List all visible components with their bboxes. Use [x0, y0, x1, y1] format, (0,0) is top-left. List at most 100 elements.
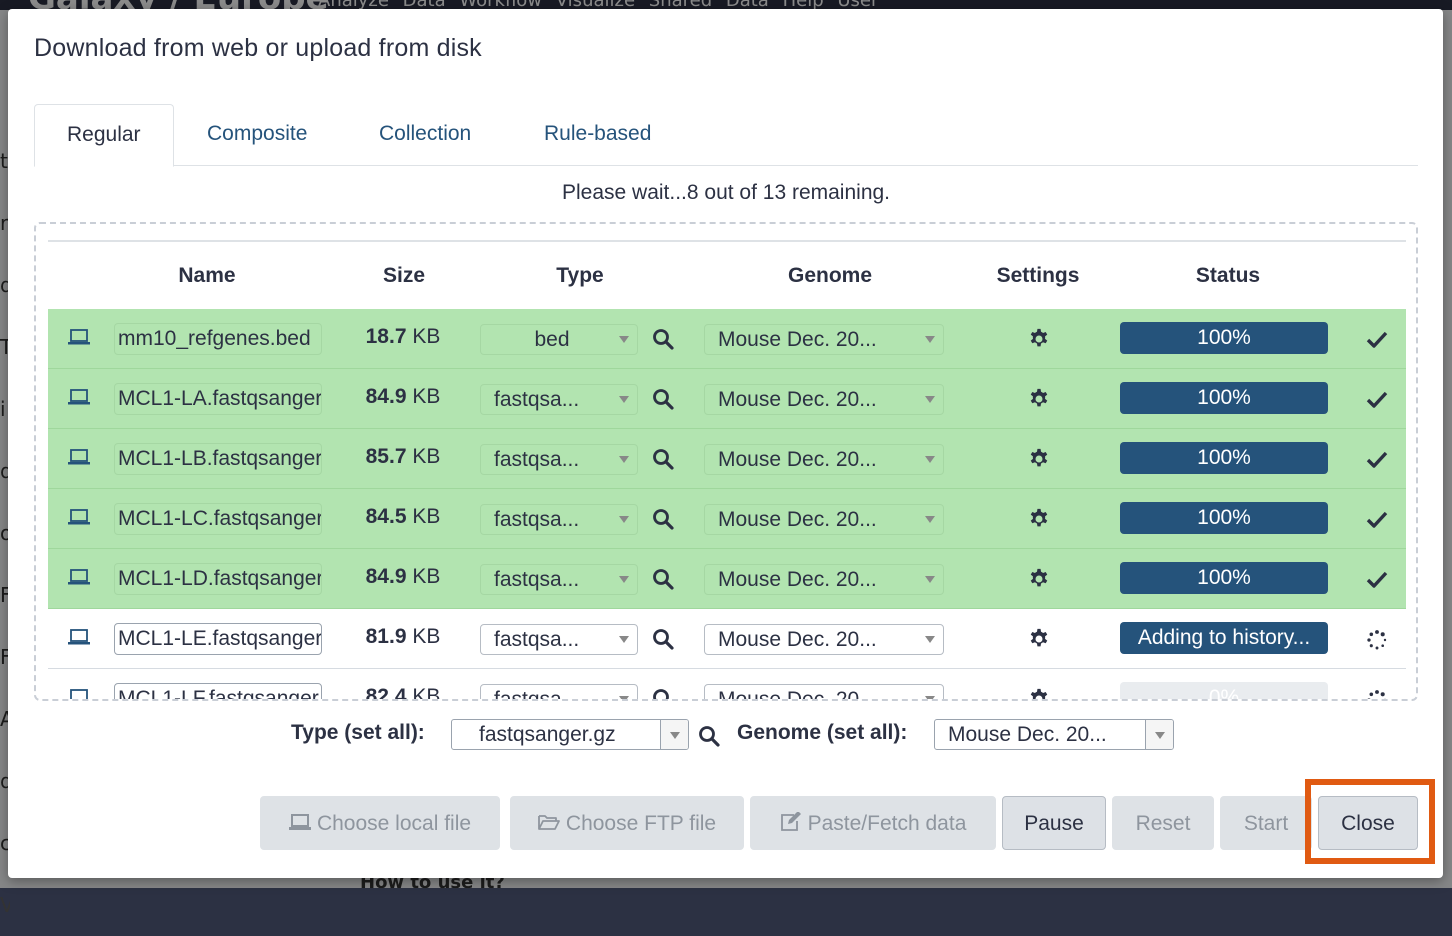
file-type-select[interactable]: fastqsa... [480, 384, 638, 415]
search-icon[interactable] [652, 508, 674, 530]
genome-select[interactable]: Mouse Dec. 20... [704, 504, 944, 535]
genome-value: Mouse Dec. 20... [718, 508, 877, 531]
file-type-value: bed [534, 328, 570, 351]
file-type-select[interactable]: fastqsa... [480, 504, 638, 535]
col-genome: Genome [787, 264, 873, 287]
upload-progress-bar: Adding to history... [1120, 622, 1328, 654]
file-size: 82.4 KB [338, 685, 468, 701]
laptop-icon [288, 814, 311, 831]
tab-collection[interactable]: Collection [347, 104, 503, 166]
type-set-all-label: Type (set all): [291, 721, 425, 744]
edit-icon [780, 812, 801, 832]
genome-value: Mouse Dec. 20... [718, 628, 877, 651]
genome-select[interactable]: Mouse Dec. 20... [704, 384, 944, 415]
genome-select[interactable]: Mouse Dec. 20... [704, 624, 944, 655]
file-name-input[interactable]: MCL1-LD.fastqsanger.gz [114, 563, 322, 595]
file-type-value: fastqsa... [494, 568, 580, 591]
upload-progress-bar: 100% [1120, 382, 1328, 414]
type-set-all-value: fastqsanger.gz [479, 723, 616, 746]
paste-fetch-data-button[interactable]: Paste/Fetch data [750, 796, 996, 850]
gear-icon[interactable] [1028, 508, 1050, 530]
check-icon [1366, 509, 1388, 531]
genome-select[interactable]: Mouse Dec. 20... [704, 444, 944, 475]
upload-progress-label: Adding to history... [1137, 626, 1311, 649]
genome-set-all-select[interactable]: Mouse Dec. 20... [934, 719, 1174, 750]
file-size: 85.7 KB [338, 445, 468, 469]
col-type: Type [556, 264, 604, 287]
chevron-down-icon [619, 456, 629, 463]
chevron-down-icon [925, 696, 935, 699]
upload-progress-label: 100% [1197, 566, 1251, 589]
file-size: 18.7 KB [338, 325, 468, 349]
file-type-select[interactable]: fastqsa... [480, 444, 638, 475]
chevron-down-icon [619, 576, 629, 583]
search-icon[interactable] [652, 328, 674, 350]
gear-icon[interactable] [1028, 568, 1050, 590]
search-icon[interactable] [652, 628, 674, 650]
file-size: 84.9 KB [338, 385, 468, 409]
chevron-down-icon [619, 396, 629, 403]
genome-select[interactable]: Mouse Dec. 20... [704, 684, 944, 699]
genome-set-all-value: Mouse Dec. 20... [948, 723, 1107, 746]
choose-ftp-file-label: Choose FTP file [565, 812, 717, 835]
gear-icon[interactable] [1028, 628, 1050, 650]
upload-dialog: Download from web or upload from disk Re… [8, 9, 1443, 878]
gear-icon[interactable] [1028, 328, 1050, 350]
file-size-value: 82.4 [365, 685, 407, 701]
genome-select[interactable]: Mouse Dec. 20... [704, 564, 944, 595]
chevron-down-icon [925, 336, 935, 343]
file-type-select[interactable]: bed [480, 324, 638, 355]
file-name-input[interactable]: mm10_refgenes.bed [114, 323, 322, 355]
tab-rule-based[interactable]: Rule-based [512, 104, 683, 166]
file-size: 84.9 KB [338, 565, 468, 589]
tab-composite[interactable]: Composite [175, 104, 339, 166]
file-name-input[interactable]: MCL1-LE.fastqsanger.gz [114, 623, 322, 655]
search-icon[interactable] [652, 448, 674, 470]
file-size-unit: KB [412, 385, 441, 408]
upload-progress-bar: 100% [1120, 562, 1328, 594]
gear-icon[interactable] [1028, 388, 1050, 410]
file-name-input[interactable]: MCL1-LF.fastqsanger.gz [114, 683, 322, 699]
check-icon [1366, 389, 1388, 411]
genome-select[interactable]: Mouse Dec. 20... [704, 324, 944, 355]
chevron-down-icon [925, 396, 935, 403]
choose-local-file-button[interactable]: Choose local file [260, 796, 500, 850]
start-button[interactable]: Start [1220, 796, 1312, 850]
gear-icon[interactable] [1028, 688, 1050, 699]
file-name-input[interactable]: MCL1-LB.fastqsanger.gz [114, 443, 322, 475]
search-icon[interactable] [698, 725, 720, 747]
choose-ftp-file-button[interactable]: Choose FTP file [510, 796, 744, 850]
pause-button[interactable]: Pause [1002, 796, 1106, 850]
chevron-down-icon [619, 516, 629, 523]
close-button-highlight [1305, 779, 1435, 864]
chevron-down-icon [925, 576, 935, 583]
type-set-all-select[interactable]: fastqsanger.gz [451, 719, 689, 750]
laptop-icon [68, 447, 90, 467]
upload-progress-bar: 100% [1120, 442, 1328, 474]
upload-progress-bar: 100% [1120, 502, 1328, 534]
chevron-down-icon [925, 636, 935, 643]
reset-button[interactable]: Reset [1112, 796, 1214, 850]
search-icon[interactable] [652, 388, 674, 410]
file-type-select[interactable]: fastqsa... [480, 564, 638, 595]
upload-progress-label: 100% [1197, 326, 1251, 349]
file-type-value: fastqsa... [494, 628, 580, 651]
upload-row: MCL1-LE.fastqsanger.gz 81.9 KB fastqsa... M… [48, 609, 1406, 669]
file-name-input[interactable]: MCL1-LA.fastqsanger.gz [114, 383, 322, 415]
search-icon[interactable] [652, 568, 674, 590]
file-size-unit: KB [412, 325, 441, 348]
spinner-icon [1366, 629, 1388, 651]
genome-value: Mouse Dec. 20... [718, 388, 877, 411]
file-name-input[interactable]: MCL1-LC.fastqsanger.gz [114, 503, 322, 535]
file-size-unit: KB [412, 445, 441, 468]
genome-value: Mouse Dec. 20... [718, 448, 877, 471]
upload-row: MCL1-LA.fastqsanger.gz 84.9 KB fastqsa... M… [48, 369, 1406, 429]
gear-icon[interactable] [1028, 448, 1050, 470]
tab-regular[interactable]: Regular [34, 104, 174, 167]
search-icon[interactable] [652, 688, 674, 699]
laptop-icon [68, 567, 90, 587]
genome-value: Mouse Dec. 20... [718, 568, 877, 591]
file-type-select[interactable]: fastqsa... [480, 624, 638, 655]
upload-row: MCL1-LB.fastqsanger.gz 85.7 KB fastqsa... M… [48, 429, 1406, 489]
file-type-select[interactable]: fastqsa... [480, 684, 638, 699]
